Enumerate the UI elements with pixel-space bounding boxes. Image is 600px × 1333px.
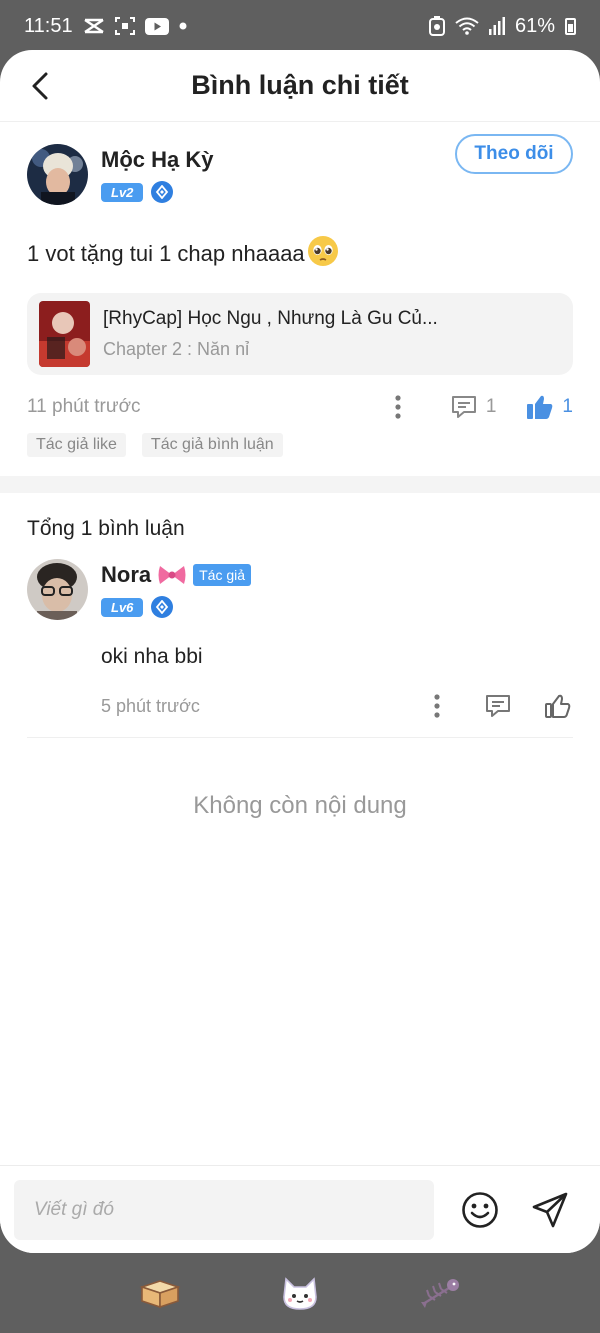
thumbs-up-icon: [545, 694, 571, 718]
section-divider: [0, 476, 600, 493]
diamond-badge-icon: [151, 181, 174, 203]
back-button[interactable]: [22, 68, 58, 104]
comment-input-bar: [0, 1165, 600, 1253]
comment-input[interactable]: [14, 1179, 434, 1240]
fish-bone-icon: [421, 1279, 459, 1308]
chapter-info: [RhyCap] Học Ngu , Nhưng Là Gu Củ... Cha…: [103, 308, 438, 360]
reply-body: Nora Tác giả Lv6 oki nha bbi 5 phút trướ…: [27, 559, 573, 738]
level-badge: Lv2: [101, 182, 144, 202]
thumbs-up-icon: [527, 395, 553, 419]
status-bar: 11:51 61%: [0, 0, 600, 52]
status-time: 11:51: [24, 14, 73, 37]
reply-button[interactable]: 1: [450, 394, 497, 420]
reply-author-name[interactable]: Nora: [101, 562, 151, 588]
level-badge: Lv6: [101, 597, 144, 617]
author-label-badge: Tác giả: [193, 564, 252, 586]
diamond-badge-icon: [151, 596, 174, 618]
reply-time: 5 phút trước: [101, 695, 200, 716]
reply-reply-button[interactable]: [483, 691, 513, 721]
more-vertical-icon: [434, 694, 440, 718]
reply-meta: 5 phút trước: [27, 691, 573, 738]
main-comment: Mộc Hạ Kỳ Lv2 Theo dõi 1 vot tặng tui 1 …: [0, 122, 600, 457]
recycle-icon: [428, 16, 445, 36]
reply-name-row: Nora Tác giả: [101, 559, 573, 588]
reply-like-button[interactable]: [543, 691, 573, 721]
avatar[interactable]: [27, 144, 88, 205]
reply-badges: Lv6: [101, 596, 573, 618]
capcut-icon: [83, 18, 105, 34]
reply-text: oki nha bbi: [101, 645, 203, 668]
nav-cat-button[interactable]: [278, 1271, 322, 1315]
more-vertical-icon: [395, 395, 401, 419]
send-button[interactable]: [530, 1190, 570, 1230]
reply-more-button[interactable]: [425, 692, 449, 720]
comment-meta: 11 phút trước 1 1: [27, 393, 573, 421]
page-header: Bình luận chi tiết: [0, 50, 600, 122]
chapter-title: [RhyCap] Học Ngu , Nhưng Là Gu Củ...: [103, 308, 438, 329]
wifi-icon: [455, 17, 479, 35]
box-icon: [139, 1280, 181, 1309]
send-icon: [532, 1192, 568, 1227]
author-info: Mộc Hạ Kỳ Lv2: [101, 144, 213, 203]
ribbon-icon: [157, 563, 187, 587]
smiley-icon: [462, 1191, 498, 1228]
pleading-face-icon: [307, 235, 339, 273]
comment-text-content: 1 vot tặng tui 1 chap nhaaaa: [27, 241, 305, 266]
comment-time: 11 phút trước: [27, 396, 141, 417]
chevron-left-icon: [32, 72, 48, 100]
follow-button[interactable]: Theo dõi: [455, 134, 573, 174]
comment-text: 1 vot tặng tui 1 chap nhaaaa: [27, 235, 573, 273]
signal-icon: [488, 17, 505, 35]
tag-author-comment: Tác giả bình luận: [141, 433, 283, 457]
like-count: 1: [562, 396, 573, 417]
chapter-subtitle: Chapter 2 : Năn nỉ: [103, 339, 250, 359]
chapter-card[interactable]: [RhyCap] Học Ngu , Nhưng Là Gu Củ... Cha…: [27, 293, 573, 375]
author-name[interactable]: Mộc Hạ Kỳ: [101, 147, 213, 173]
cat-icon: [283, 1277, 317, 1310]
replies-section: Tổng 1 bình luận Nora Tác giả Lv6 oki nh…: [0, 493, 600, 820]
youtube-icon: [144, 17, 169, 35]
reply-avatar[interactable]: [27, 559, 88, 620]
comment-icon: [486, 695, 510, 717]
author-badges: Lv2: [101, 181, 213, 203]
replies-total: Tổng 1 bình luận: [27, 517, 185, 540]
author-tags: Tác giả like Tác giả bình luận: [27, 433, 573, 457]
chapter-cover: [39, 301, 90, 367]
bottom-nav: [0, 1253, 600, 1333]
page-title: Bình luận chi tiết: [191, 70, 409, 100]
nav-fish-button[interactable]: [418, 1271, 462, 1315]
no-more-content: Không còn nội dung: [193, 792, 407, 819]
battery-icon: [565, 17, 576, 35]
like-button[interactable]: 1: [526, 394, 573, 420]
comment-detail-card: Bình luận chi tiết Mộc Hạ Kỳ Lv2 Theo dõ…: [0, 50, 600, 1253]
more-button[interactable]: [386, 393, 410, 421]
notification-dot-icon: [179, 22, 187, 30]
battery-level: 61%: [514, 14, 555, 37]
tag-author-like: Tác giả like: [27, 433, 126, 457]
emoji-button[interactable]: [460, 1190, 500, 1230]
reply-item: Nora Tác giả Lv6 oki nha bbi 5 phút trướ…: [27, 559, 573, 738]
nav-box-button[interactable]: [138, 1271, 182, 1315]
comment-icon: [451, 396, 476, 418]
status-right: 61%: [428, 14, 576, 38]
reply-count: 1: [485, 396, 497, 417]
screenshot-icon: [114, 17, 135, 35]
status-left: 11:51: [24, 15, 187, 38]
